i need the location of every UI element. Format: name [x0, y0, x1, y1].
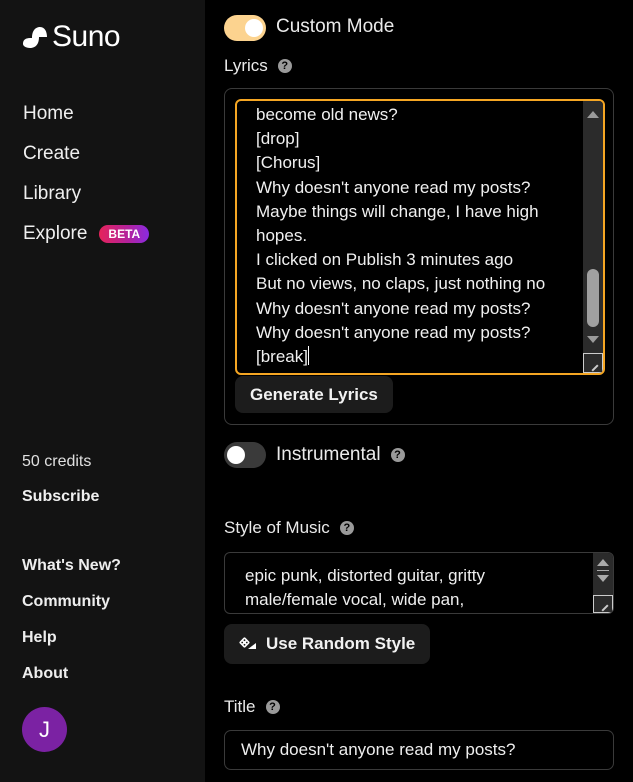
style-label: Style of Music ? — [224, 518, 354, 538]
title-input[interactable]: Why doesn't anyone read my posts? — [224, 730, 614, 770]
scroll-down-arrow-icon[interactable] — [587, 336, 599, 343]
lyrics-label-text: Lyrics — [224, 56, 268, 75]
lyrics-textarea[interactable]: become old news? [drop] [Chorus] Why doe… — [235, 99, 605, 375]
lyrics-container: become old news? [drop] [Chorus] Why doe… — [224, 88, 614, 425]
style-text[interactable]: epic punk, distorted guitar, gritty male… — [245, 564, 485, 612]
scroll-divider — [597, 570, 609, 571]
custom-mode-label: Custom Mode — [276, 16, 395, 37]
scroll-down-arrow-icon[interactable] — [597, 575, 609, 582]
main-nav: Home Create Library Explore BETA — [23, 94, 150, 254]
secondary-links: What's New? Community Help About — [22, 555, 121, 699]
help-icon[interactable]: ? — [390, 448, 405, 462]
custom-mode-toggle[interactable] — [224, 15, 266, 41]
beta-badge: BETA — [99, 225, 150, 243]
lyrics-content: become old news? [drop] [Chorus] Why doe… — [256, 105, 546, 367]
toggle-knob — [227, 446, 245, 464]
style-textarea[interactable]: epic punk, distorted guitar, gritty male… — [224, 552, 614, 614]
create-panel: Custom Mode Lyrics ? become old news? [d… — [205, 0, 633, 782]
generate-lyrics-button[interactable]: Generate Lyrics — [235, 376, 393, 413]
help-icon[interactable]: ? — [277, 59, 292, 73]
suno-wave-icon — [23, 27, 47, 48]
nav-create-label: Create — [23, 143, 81, 164]
nav-library[interactable]: Library — [23, 174, 149, 214]
nav-create[interactable]: Create — [23, 134, 149, 174]
generate-lyrics-label: Generate Lyrics — [250, 384, 378, 404]
lyrics-scrollbar[interactable] — [583, 101, 603, 373]
help-link[interactable]: Help — [22, 627, 121, 663]
scroll-up-arrow-icon[interactable] — [597, 559, 609, 566]
nav-home[interactable]: Home — [23, 94, 149, 134]
nav-library-label: Library — [23, 183, 82, 204]
lyrics-text[interactable]: become old news? [drop] [Chorus] Why doe… — [256, 103, 545, 369]
style-scrollbar[interactable] — [593, 553, 613, 613]
nav-home-label: Home — [23, 103, 74, 124]
instrumental-label: Instrumental ? — [276, 444, 405, 466]
instrumental-toggle[interactable] — [224, 442, 266, 468]
use-random-style-button[interactable]: Use Random Style — [224, 624, 431, 664]
title-label-text: Title — [224, 697, 256, 716]
title-label: Title ? — [224, 697, 280, 717]
app-name: Suno — [52, 20, 121, 53]
subscribe-link[interactable]: Subscribe — [22, 488, 99, 506]
nav-explore-label: Explore — [23, 223, 88, 244]
user-avatar[interactable]: J — [22, 707, 67, 752]
resize-handle-icon[interactable] — [593, 595, 613, 613]
suno-logo[interactable]: Suno — [22, 20, 121, 54]
resize-handle-icon[interactable] — [583, 353, 603, 373]
use-random-style-label: Use Random Style — [266, 634, 416, 653]
help-icon[interactable]: ? — [339, 521, 354, 535]
text-caret — [307, 346, 309, 366]
help-icon[interactable]: ? — [265, 700, 280, 714]
whats-new-link[interactable]: What's New? — [22, 555, 121, 591]
toggle-knob — [245, 19, 263, 37]
scroll-thumb[interactable] — [587, 269, 599, 327]
instrumental-label-text: Instrumental — [276, 444, 381, 465]
style-label-text: Style of Music — [224, 518, 330, 537]
credits-count: 50 credits — [22, 453, 92, 470]
nav-explore[interactable]: Explore BETA — [23, 214, 150, 254]
about-link[interactable]: About — [22, 663, 121, 699]
community-link[interactable]: Community — [22, 591, 121, 627]
sidebar: Suno Home Create Library Explore BETA 50… — [0, 0, 205, 782]
lyrics-label: Lyrics ? — [224, 56, 292, 76]
scroll-up-arrow-icon[interactable] — [587, 111, 599, 118]
dice-icon — [239, 637, 256, 649]
